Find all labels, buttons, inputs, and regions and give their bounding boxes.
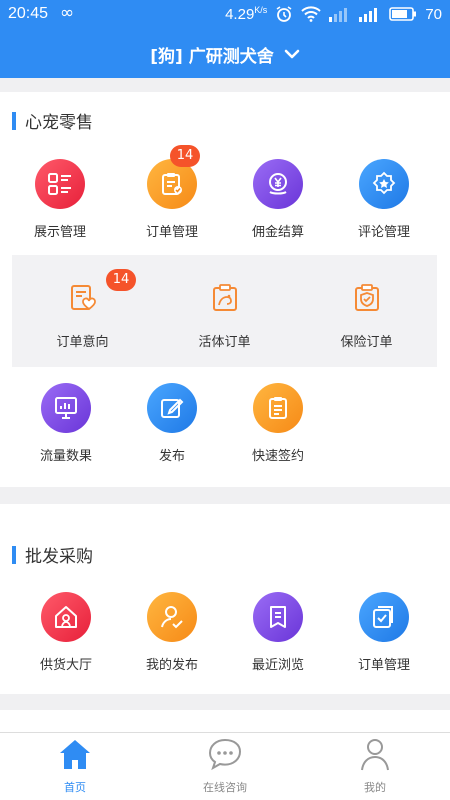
shield-clipboard-icon <box>354 284 379 311</box>
order-intent-button[interactable]: 订单意向 <box>12 283 153 350</box>
doc-heart-icon <box>70 285 96 311</box>
wholesale-section-title-text: 批发采购 <box>25 547 93 567</box>
network-speed-unit: K/s <box>254 5 268 15</box>
tab-mine-label: 我的 <box>364 781 386 794</box>
section-accent-bar <box>12 111 16 130</box>
order-count-badge: 14 <box>170 145 200 167</box>
order-management-button[interactable]: 订单管理 <box>116 159 228 240</box>
intent-count-badge: 14 <box>106 269 136 291</box>
insurance-order-button[interactable]: 保险订单 <box>296 283 437 350</box>
chat-bubble-icon <box>208 738 242 771</box>
yen-coin-icon <box>253 159 303 209</box>
home-tab-icon <box>60 740 90 769</box>
infinity-icon: ∞ <box>60 3 75 23</box>
wholesale-order-management-button[interactable]: 订单管理 <box>328 592 440 673</box>
battery-icon <box>389 7 417 21</box>
traffic-results-label: 流量数果 <box>39 449 92 464</box>
commission-settlement-label: 佣金结算 <box>251 225 304 240</box>
battery-level: 70 <box>425 5 442 23</box>
chevron-down-icon <box>284 49 300 59</box>
home-icon <box>41 592 91 642</box>
tab-home[interactable]: 首页 <box>0 737 150 795</box>
my-posts-button[interactable]: 我的发布 <box>116 592 228 673</box>
display-management-label: 展示管理 <box>33 225 86 240</box>
display-management-button[interactable]: 展示管理 <box>4 159 116 240</box>
my-posts-label: 我的发布 <box>145 658 198 673</box>
wifi-icon <box>301 6 322 22</box>
recently-viewed-label: 最近浏览 <box>251 658 304 673</box>
page-title: [狗] 广研测犬舍 <box>150 46 274 67</box>
tab-online-consult-label: 在线咨询 <box>203 781 247 794</box>
monitor-chart-icon <box>41 383 91 433</box>
tab-online-consult[interactable]: 在线咨询 <box>150 737 300 795</box>
network-speed: 4.29K/s <box>225 5 267 23</box>
live-pet-order-label: 活体订单 <box>198 335 251 350</box>
tab-home-label: 首页 <box>64 781 86 794</box>
insurance-order-label: 保险订单 <box>340 335 393 350</box>
quick-sign-label: 快速签约 <box>251 449 304 464</box>
supply-hall-button[interactable]: 供货大厅 <box>10 592 122 673</box>
wholesale-section-title: 批发采购 <box>12 542 93 567</box>
traffic-results-button[interactable]: 流量数果 <box>10 383 122 464</box>
pet-clipboard-icon <box>212 284 237 311</box>
wholesale-section: 批发采购 供货大厅 我的发布 最近浏览 订单管理 <box>0 504 450 694</box>
order-subpanel: 订单意向 14 活体订单 保险订单 <box>12 255 437 367</box>
status-bar: 20:45 ∞ 4.29K/s 70 <box>0 0 450 30</box>
bookmark-list-icon <box>253 592 303 642</box>
retail-section: 心宠零售 展示管理 订单管理 14 佣金结算 评论管理 订单意向 14 活体订单… <box>0 92 450 487</box>
quick-sign-button[interactable]: 快速签约 <box>222 383 334 464</box>
list-icon <box>35 159 85 209</box>
tab-mine[interactable]: 我的 <box>300 737 450 795</box>
publish-button[interactable]: 发布 <box>116 383 228 464</box>
alarm-icon <box>276 6 292 22</box>
order-management-label: 订单管理 <box>145 225 198 240</box>
status-right: 4.29K/s 70 <box>225 5 442 23</box>
clipboard-icon <box>253 383 303 433</box>
wholesale-order-management-label: 订单管理 <box>357 658 410 673</box>
supply-hall-label: 供货大厅 <box>39 658 92 673</box>
order-intent-label: 订单意向 <box>56 335 109 350</box>
review-management-label: 评论管理 <box>357 225 410 240</box>
signal-full-icon <box>359 8 378 22</box>
retail-section-title: 心宠零售 <box>12 108 93 133</box>
recently-viewed-button[interactable]: 最近浏览 <box>222 592 334 673</box>
section-accent-bar <box>12 545 16 564</box>
publish-label: 发布 <box>158 449 185 464</box>
kennel-selector[interactable]: [狗] 广研测犬舍 <box>0 30 450 78</box>
person-icon <box>361 739 389 771</box>
status-time: 20:45 <box>8 5 49 22</box>
review-management-button[interactable]: 评论管理 <box>328 159 440 240</box>
bottom-tab-bar: 首页 在线咨询 我的 <box>0 732 450 800</box>
live-pet-order-button[interactable]: 活体订单 <box>154 283 295 350</box>
star-badge-icon <box>359 159 409 209</box>
network-speed-value: 4.29 <box>225 6 255 23</box>
retail-section-title-text: 心宠零售 <box>25 113 93 133</box>
user-check-icon <box>147 592 197 642</box>
signal-weak-icon <box>329 8 348 22</box>
edit-icon <box>147 383 197 433</box>
next-section <box>0 710 450 732</box>
order-check-icon <box>359 592 409 642</box>
commission-settlement-button[interactable]: 佣金结算 <box>222 159 334 240</box>
